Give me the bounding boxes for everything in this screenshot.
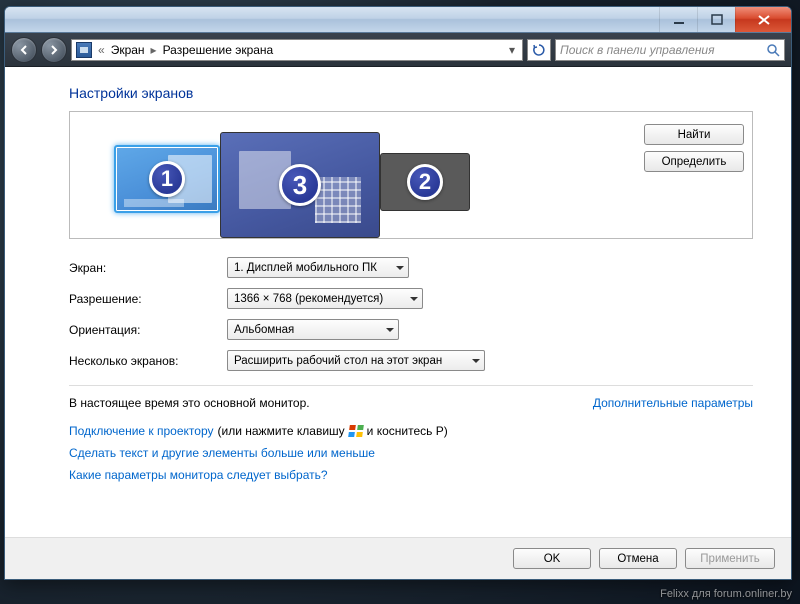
- breadcrumb-prefix: «: [98, 43, 105, 57]
- breadcrumb-resolution[interactable]: Разрешение экрана: [163, 43, 274, 57]
- chevron-down-icon: [472, 359, 480, 363]
- monitor-1-badge: 1: [149, 161, 185, 197]
- search-icon: [766, 43, 780, 57]
- monitor-3-badge: 3: [279, 164, 321, 206]
- resolution-label: Разрешение:: [69, 292, 227, 306]
- chevron-down-icon: [386, 328, 394, 332]
- dialog-footer: OK Отмена Применить: [5, 537, 791, 579]
- cancel-button[interactable]: Отмена: [599, 548, 677, 569]
- multi-display-select-value: Расширить рабочий стол на этот экран: [234, 355, 442, 367]
- monitor-3[interactable]: 3: [220, 132, 380, 238]
- monitor-2[interactable]: 2: [380, 153, 470, 211]
- identify-button[interactable]: Определить: [644, 151, 744, 172]
- monitor-1[interactable]: 1: [114, 145, 220, 213]
- screen-select-value: 1. Дисплей мобильного ПК: [234, 262, 377, 274]
- search-input[interactable]: Поиск в панели управления: [555, 39, 785, 61]
- nav-forward-button[interactable]: [41, 37, 67, 63]
- projector-hint-b: и коснитесь P): [367, 424, 448, 438]
- detect-button[interactable]: Найти: [644, 124, 744, 145]
- orientation-select[interactable]: Альбомная: [227, 319, 399, 340]
- text-size-link[interactable]: Сделать текст и другие элементы больше и…: [69, 446, 375, 460]
- refresh-button[interactable]: [527, 39, 551, 61]
- breadcrumb-sep-1: ▸: [151, 43, 157, 57]
- screen-select[interactable]: 1. Дисплей мобильного ПК: [227, 257, 409, 278]
- monitor-2-badge: 2: [407, 164, 443, 200]
- content-area: Настройки экранов 1 3 2 Найти Определить: [5, 67, 791, 537]
- screen-label: Экран:: [69, 261, 227, 275]
- multi-display-select[interactable]: Расширить рабочий стол на этот экран: [227, 350, 485, 371]
- apply-button[interactable]: Применить: [685, 548, 775, 569]
- resolution-select[interactable]: 1366 × 768 (рекомендуется): [227, 288, 423, 309]
- chevron-down-icon: [396, 266, 404, 270]
- nav-back-button[interactable]: [11, 37, 37, 63]
- projector-link[interactable]: Подключение к проектору: [69, 424, 214, 438]
- search-placeholder: Поиск в панели управления: [560, 43, 715, 57]
- advanced-settings-link[interactable]: Дополнительные параметры: [593, 396, 753, 410]
- orientation-label: Ориентация:: [69, 323, 227, 337]
- address-dropdown-icon[interactable]: ▾: [506, 43, 518, 57]
- divider: [69, 385, 753, 386]
- watermark: Felixx для forum.onliner.by: [660, 588, 792, 600]
- multi-label: Несколько экранов:: [69, 354, 227, 368]
- which-settings-link[interactable]: Какие параметры монитора следует выбрать…: [69, 468, 328, 482]
- minimize-button[interactable]: [659, 7, 697, 32]
- navigation-bar: « Экран ▸ Разрешение экрана ▾ Поиск в па…: [5, 33, 791, 67]
- primary-monitor-status: В настоящее время это основной монитор.: [69, 396, 310, 410]
- control-panel-window: « Экран ▸ Разрешение экрана ▾ Поиск в па…: [4, 6, 792, 580]
- windows-key-icon: [348, 425, 364, 437]
- breadcrumb-screen[interactable]: Экран: [111, 43, 145, 57]
- monitor-layout[interactable]: 1 3 2: [78, 120, 634, 238]
- projector-hint-a: (или нажмите клавишу: [218, 424, 345, 438]
- orientation-select-value: Альбомная: [234, 324, 294, 336]
- maximize-button[interactable]: [697, 7, 735, 32]
- chevron-down-icon: [410, 297, 418, 301]
- control-panel-icon: [76, 42, 92, 58]
- close-button[interactable]: [735, 7, 791, 32]
- resolution-select-value: 1366 × 768 (рекомендуется): [234, 293, 383, 305]
- ok-button[interactable]: OK: [513, 548, 591, 569]
- display-preview: 1 3 2 Найти Определить: [69, 111, 753, 239]
- titlebar: [5, 7, 791, 33]
- page-title: Настройки экранов: [69, 85, 753, 101]
- address-bar[interactable]: « Экран ▸ Разрешение экрана ▾: [71, 39, 523, 61]
